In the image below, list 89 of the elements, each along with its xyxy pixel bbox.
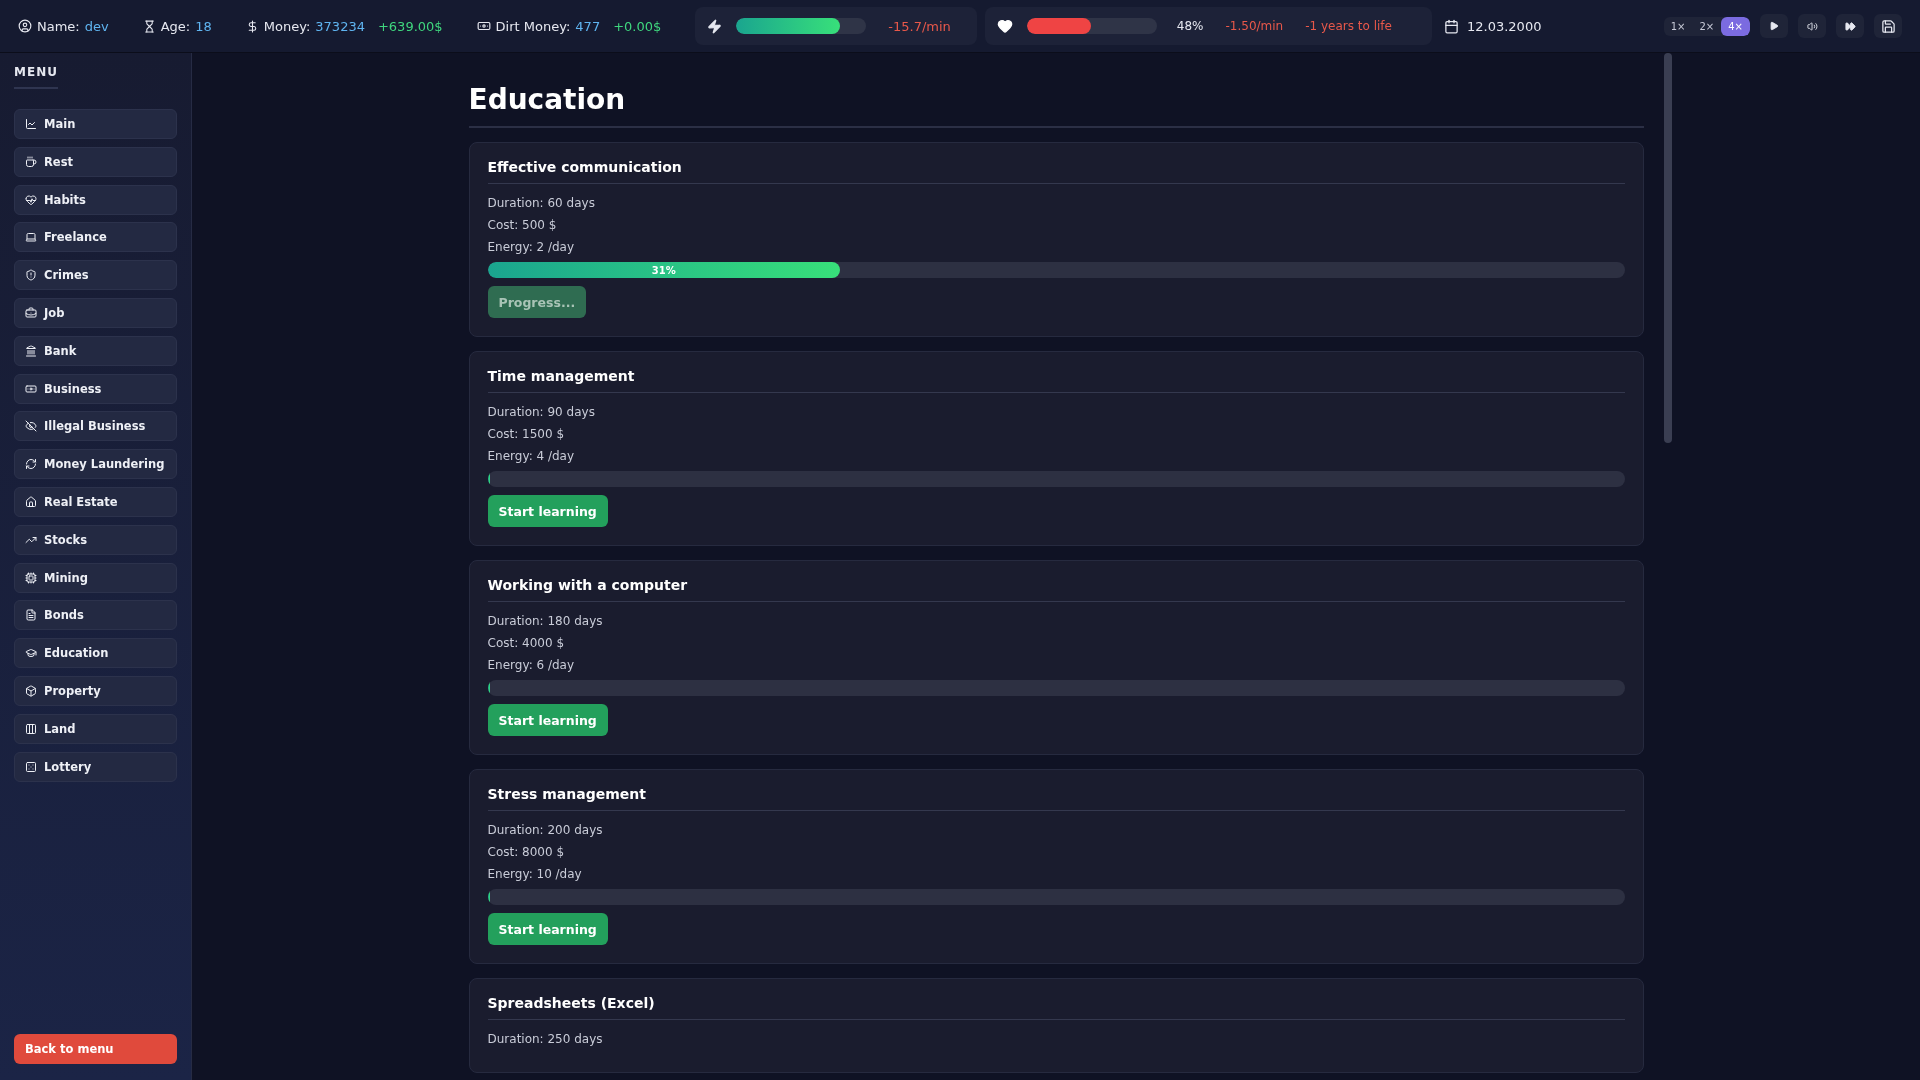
course-energy: Energy: 10 /day xyxy=(487,867,583,881)
menu-item[interactable]: Money Laundering xyxy=(14,449,177,480)
money-change: +639.00$ xyxy=(377,18,443,34)
money-label: Money: xyxy=(263,18,311,34)
calendar-icon xyxy=(1444,18,1459,34)
course-cost: Cost: 4000 $ xyxy=(487,636,566,650)
page-title: Education xyxy=(468,83,1644,128)
chip-icon xyxy=(25,571,37,584)
course-duration: Duration: 90 days xyxy=(487,405,596,419)
speed-button[interactable]: 1× xyxy=(1663,16,1693,36)
course-duration: Duration: 250 days xyxy=(487,1032,604,1046)
fast-forward-button[interactable] xyxy=(1836,14,1864,38)
menu-item[interactable]: Bank xyxy=(14,335,177,366)
money-value: 373234 xyxy=(315,18,365,34)
course-cost: Cost: 8000 $ xyxy=(487,845,566,859)
course-title: Time management xyxy=(487,368,1625,393)
course-title: Spreadsheets (Excel) xyxy=(487,995,1625,1020)
menu-item[interactable]: Freelance xyxy=(14,222,177,253)
menu-item[interactable]: Education xyxy=(14,638,177,669)
life-change: -1 years to life xyxy=(1305,19,1392,33)
play-icon xyxy=(1769,21,1779,31)
energy-rate: -15.7/min xyxy=(888,18,951,34)
heart-icon xyxy=(996,18,1013,34)
menu-item[interactable]: Lottery xyxy=(14,751,177,782)
date: 12.03.2000 xyxy=(1467,18,1542,34)
course-title: Working with a computer xyxy=(487,577,1625,602)
cup-icon xyxy=(25,155,37,168)
dirt-money-label: Dirt Money: xyxy=(495,18,571,34)
speed-button[interactable]: 4× xyxy=(1721,16,1750,36)
house-icon xyxy=(25,495,37,508)
laptop-icon xyxy=(25,231,37,244)
columns-icon xyxy=(25,722,37,735)
course-title: Stress management xyxy=(487,786,1625,811)
menu-title: MENU xyxy=(14,65,58,89)
course-energy: Energy: 6 /day xyxy=(487,658,576,672)
refresh-icon xyxy=(25,458,37,471)
menu-item[interactable]: Illegal Business xyxy=(14,411,177,442)
dirt-money-change: +0.00$ xyxy=(613,18,662,34)
menu-item[interactable]: Rest xyxy=(14,146,177,177)
dirt-money-value: 477 xyxy=(575,18,601,34)
menu-item[interactable]: Mining xyxy=(14,562,177,593)
course-cost: Cost: 1500 $ xyxy=(487,427,566,441)
menu-item[interactable]: Main xyxy=(14,109,177,139)
eye-off-icon xyxy=(25,420,37,433)
menu-item[interactable]: Crimes xyxy=(14,260,177,291)
course-title: Effective communication xyxy=(487,159,1625,184)
age-value: 18 xyxy=(195,18,212,34)
course-duration: Duration: 180 days xyxy=(487,614,604,628)
name-value: dev xyxy=(84,18,109,34)
course-duration: Duration: 200 days xyxy=(487,823,604,837)
menu-item[interactable]: Business xyxy=(14,373,177,404)
menu-item[interactable]: Land xyxy=(14,713,177,744)
menu-item[interactable]: Real Estate xyxy=(14,486,177,517)
fast-forward-icon xyxy=(1844,20,1856,32)
chart-icon xyxy=(25,118,37,130)
course-energy: Energy: 4 /day xyxy=(487,449,576,463)
speed-button[interactable]: 2× xyxy=(1692,16,1722,36)
dice-icon xyxy=(25,760,37,773)
cube-icon xyxy=(25,684,37,697)
progress-fill: 31% xyxy=(487,262,840,278)
course-duration: Duration: 60 days xyxy=(487,196,596,210)
name-label: Name: xyxy=(37,18,80,34)
menu-item[interactable]: Job xyxy=(14,298,177,328)
age-label: Age: xyxy=(160,18,191,34)
hourglass-icon xyxy=(142,19,156,33)
back-to-menu-button[interactable]: Back to menu xyxy=(14,1034,177,1064)
menu-item[interactable]: Habits xyxy=(14,184,177,215)
lightning-icon xyxy=(707,18,723,34)
menu-item[interactable]: Bonds xyxy=(14,600,177,631)
heart-pulse-icon xyxy=(25,193,37,206)
course-energy: Energy: 2 /day xyxy=(487,240,576,254)
document-icon xyxy=(25,609,37,622)
briefcase-icon xyxy=(25,307,37,319)
play-button[interactable] xyxy=(1760,14,1788,38)
shield-icon xyxy=(25,269,37,282)
course-cost: Cost: 500 $ xyxy=(487,218,558,232)
health-rate: -1.50/min xyxy=(1225,19,1284,33)
health-percent: 48% xyxy=(1176,19,1204,33)
menu-item[interactable]: Property xyxy=(14,675,177,706)
speaker-icon xyxy=(1806,20,1818,32)
graduation-cap-icon xyxy=(25,647,37,660)
scrollbar-thumb[interactable] xyxy=(1664,53,1672,443)
save-button[interactable] xyxy=(1874,14,1902,38)
volume-button[interactable] xyxy=(1798,14,1826,38)
banknote-icon xyxy=(25,382,37,395)
bank-icon xyxy=(25,344,37,357)
menu-item[interactable]: Stocks xyxy=(14,524,177,555)
user-icon xyxy=(18,19,32,33)
banknote-icon xyxy=(476,19,491,33)
